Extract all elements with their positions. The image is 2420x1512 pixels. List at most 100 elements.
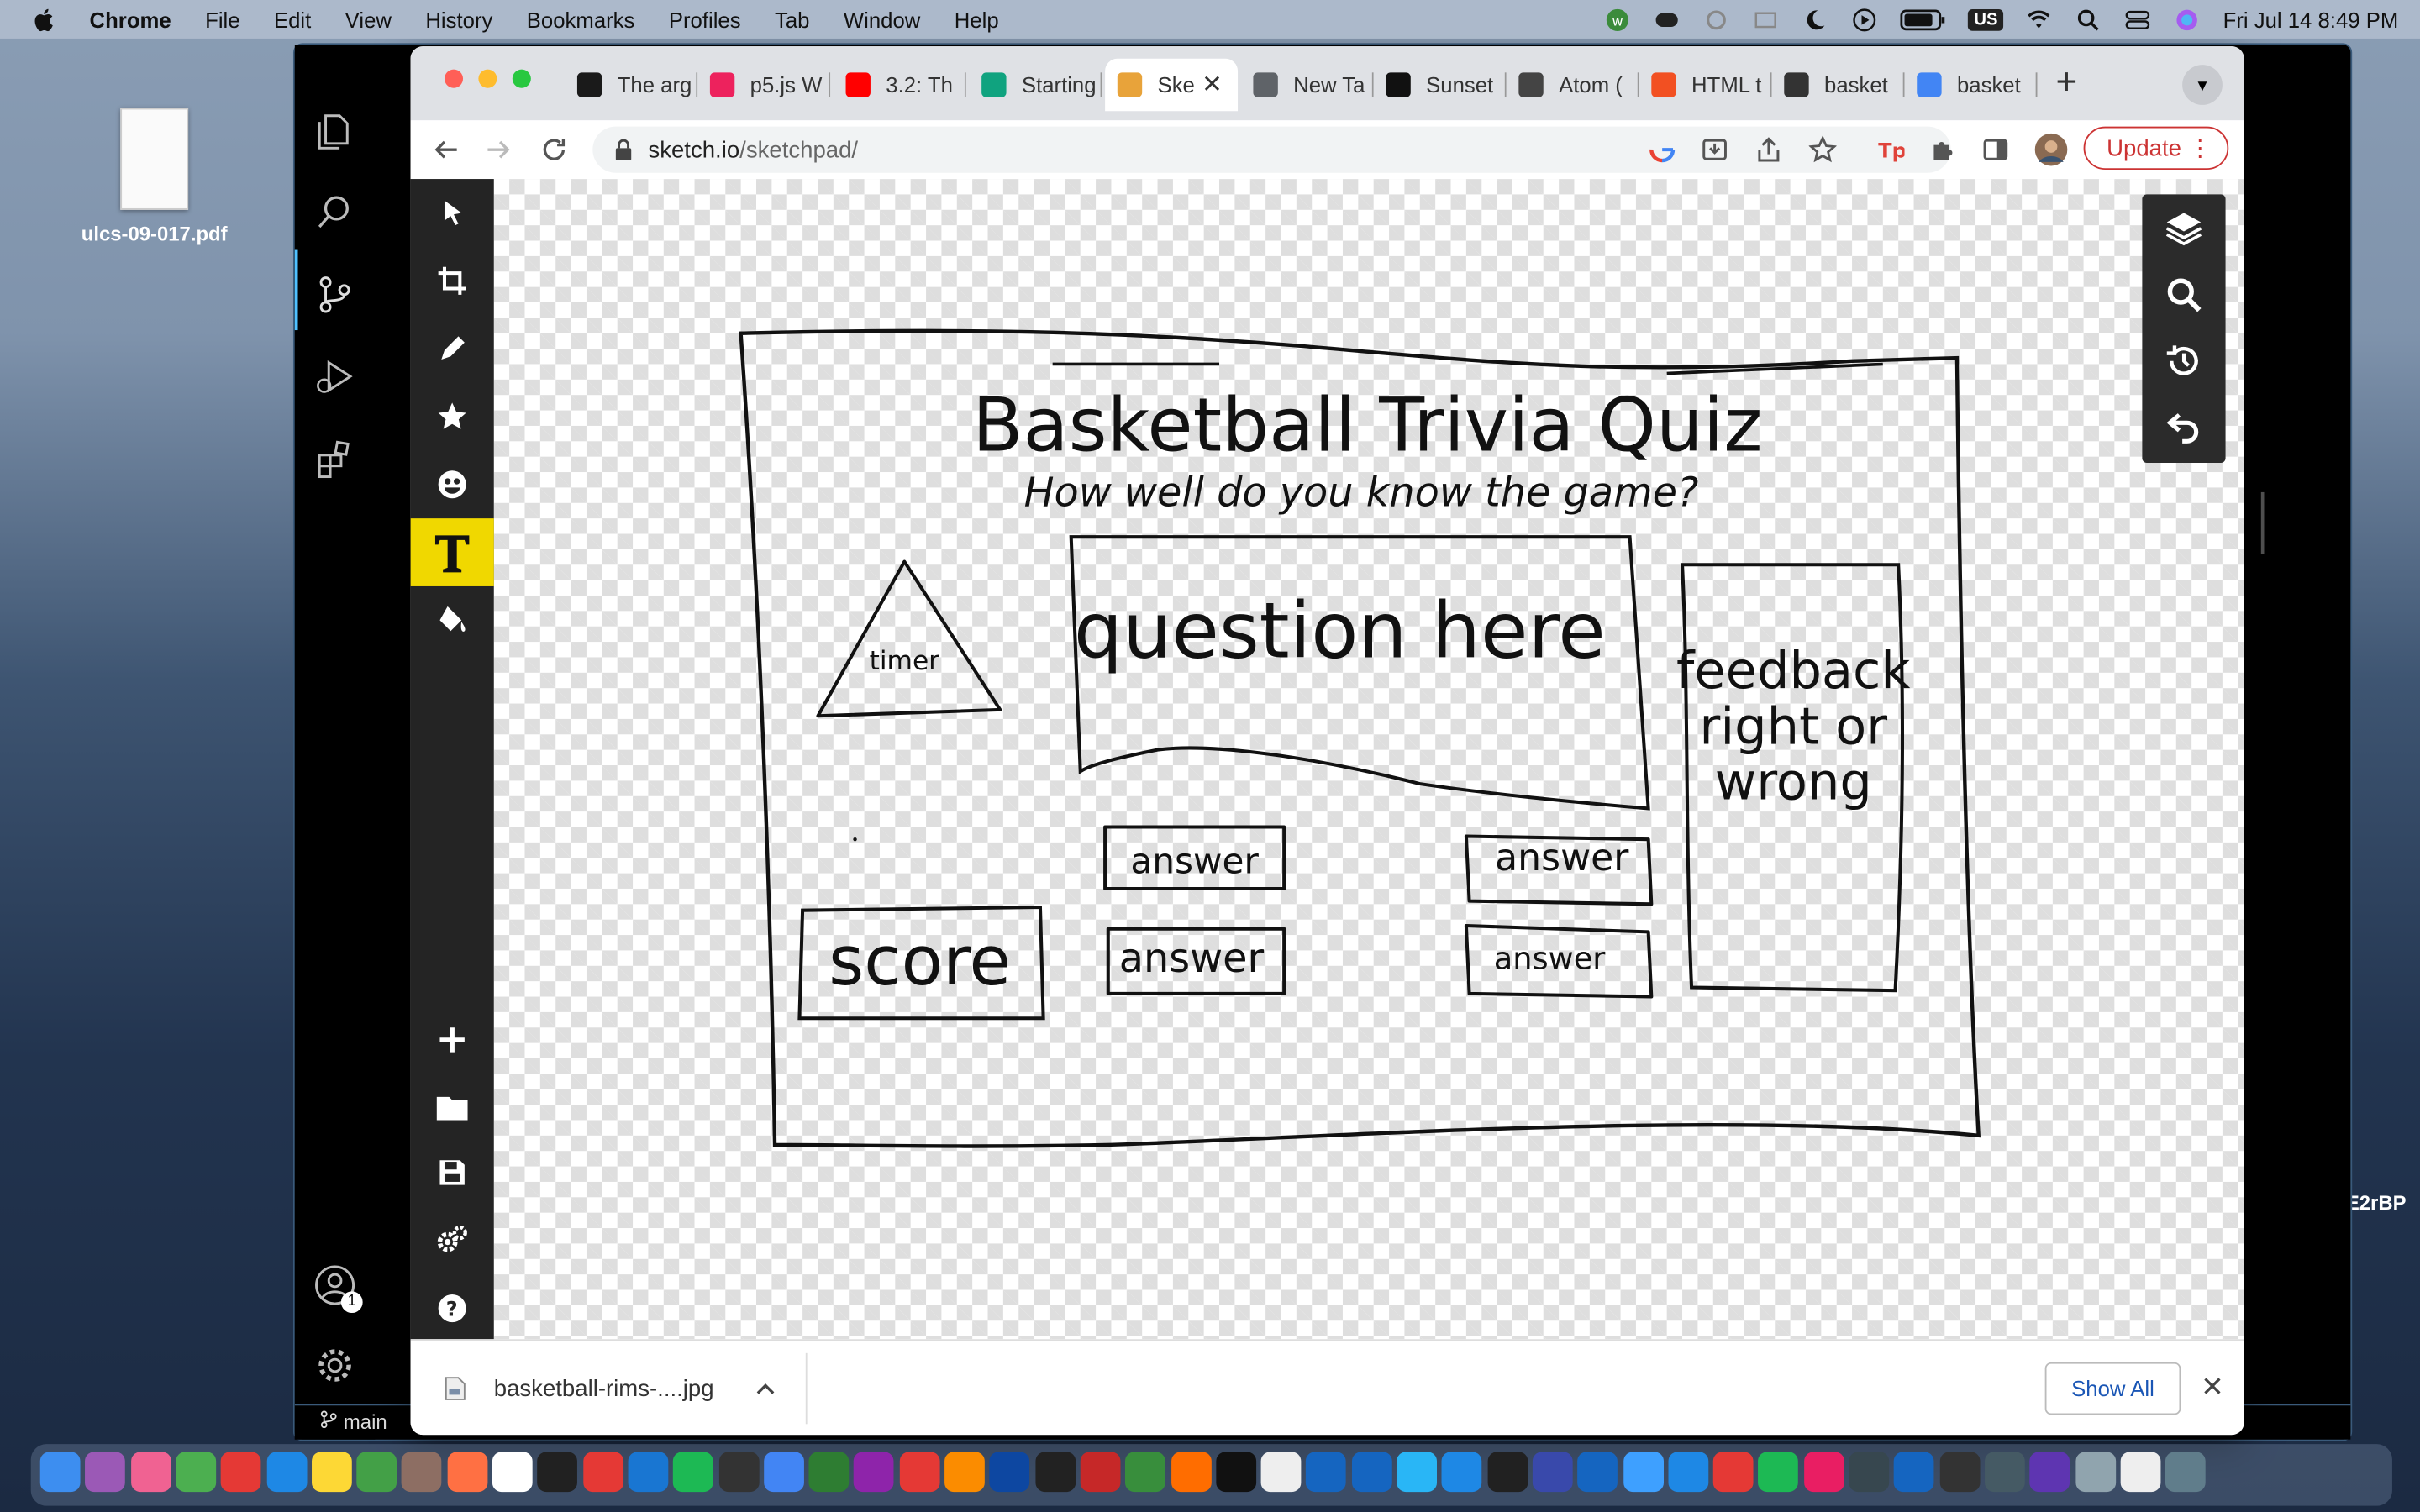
- dock-app-icon[interactable]: [220, 1452, 261, 1493]
- crop-tool-button[interactable]: [411, 247, 494, 315]
- now-playing-icon[interactable]: [1850, 7, 1878, 31]
- fill-tool-button[interactable]: [411, 586, 494, 654]
- menu-history[interactable]: History: [425, 7, 492, 31]
- more-menu-icon[interactable]: ⋮: [2188, 134, 2212, 162]
- cloud-icon[interactable]: [1702, 7, 1730, 31]
- desktop-pdf-file[interactable]: ulcs-09-017.pdf: [61, 108, 246, 245]
- dock-app-icon[interactable]: [356, 1452, 397, 1493]
- git-branch-status[interactable]: main: [319, 1410, 387, 1433]
- menu-file[interactable]: File: [205, 7, 239, 31]
- dock-app-icon[interactable]: [176, 1452, 216, 1493]
- browser-tab[interactable]: p5.js W: [697, 59, 831, 111]
- browser-tab[interactable]: The arg: [565, 59, 698, 111]
- browser-tab[interactable]: basket: [1905, 59, 2038, 111]
- wifi-icon[interactable]: [2026, 7, 2054, 31]
- dock-app-icon[interactable]: [1712, 1452, 1754, 1493]
- profile-avatar[interactable]: [2034, 133, 2068, 166]
- browser-tab[interactable]: Starting: [969, 59, 1102, 111]
- menu-app-name[interactable]: Chrome: [90, 7, 171, 31]
- text-tool-button[interactable]: [410, 518, 494, 586]
- add-button[interactable]: [411, 1006, 494, 1074]
- close-download-shelf-icon[interactable]: ✕: [2201, 1372, 2224, 1404]
- zoom-button[interactable]: [2142, 260, 2225, 327]
- extensions-icon[interactable]: [313, 437, 356, 480]
- creative-cloud-icon[interactable]: [1653, 7, 1681, 31]
- back-arrow-icon[interactable]: [432, 136, 460, 164]
- battery-icon[interactable]: [1900, 7, 1946, 31]
- dock-app-icon[interactable]: [1442, 1452, 1482, 1493]
- menu-bookmarks[interactable]: Bookmarks: [527, 7, 635, 31]
- window-minimize-button[interactable]: [478, 69, 497, 88]
- dock-app-icon[interactable]: [1125, 1452, 1166, 1493]
- dock-app-icon[interactable]: [1080, 1452, 1121, 1493]
- dock-app-icon[interactable]: [1803, 1452, 1844, 1493]
- source-control-icon[interactable]: [313, 273, 356, 316]
- undo-button[interactable]: [2142, 393, 2225, 459]
- dock-app-icon[interactable]: [130, 1452, 171, 1493]
- tab-close-icon[interactable]: ✕: [1202, 70, 1223, 101]
- sketch-canvas[interactable]: Basketball Trivia Quiz How well do you k…: [493, 179, 2244, 1340]
- dock-app-icon[interactable]: [492, 1452, 533, 1493]
- save-button[interactable]: [411, 1139, 494, 1207]
- forward-arrow-icon[interactable]: [485, 136, 513, 164]
- history-button[interactable]: [2142, 327, 2225, 393]
- dock-app-icon[interactable]: [85, 1452, 126, 1493]
- browser-tab[interactable]: Ske ✕: [1105, 58, 1239, 112]
- dock-app-icon[interactable]: [1849, 1452, 1890, 1493]
- dock-app-icon[interactable]: [266, 1452, 307, 1493]
- menu-profiles[interactable]: Profiles: [669, 7, 741, 31]
- menubar-clock[interactable]: Fri Jul 14 8:49 PM: [2223, 7, 2399, 31]
- dock-app-icon[interactable]: [2165, 1452, 2206, 1493]
- do-not-disturb-moon-icon[interactable]: [1802, 7, 1829, 31]
- dock-app-icon[interactable]: [1577, 1452, 1618, 1493]
- settings-button[interactable]: [411, 1206, 494, 1274]
- manage-gear-icon[interactable]: [313, 1344, 356, 1387]
- dock-app-icon[interactable]: [2075, 1452, 2116, 1493]
- menu-tab[interactable]: Tab: [775, 7, 809, 31]
- dock-app-icon[interactable]: [989, 1452, 1030, 1493]
- browser-tab[interactable]: HTML t: [1639, 59, 1772, 111]
- dock-app-icon[interactable]: [447, 1452, 487, 1493]
- browser-tab[interactable]: 3.2: Th: [834, 59, 966, 111]
- dock-app-icon[interactable]: [2120, 1452, 2161, 1493]
- control-center-icon[interactable]: [2124, 7, 2152, 31]
- pointer-tool-button[interactable]: [411, 179, 494, 247]
- dock-app-icon[interactable]: [808, 1452, 850, 1493]
- browser-tab[interactable]: basket: [1772, 59, 1905, 111]
- download-item[interactable]: basketball-rims-....jpg: [445, 1366, 776, 1412]
- side-panel-icon[interactable]: [1981, 136, 2009, 164]
- siri-icon[interactable]: [2174, 7, 2202, 31]
- spotlight-search-icon[interactable]: [2075, 7, 2102, 31]
- input-source-badge[interactable]: US: [1968, 8, 2004, 30]
- open-folder-button[interactable]: [411, 1074, 494, 1142]
- emoji-tool-button[interactable]: [411, 450, 494, 518]
- run-debug-icon[interactable]: [313, 354, 356, 397]
- address-bar[interactable]: sketch.io/sketchpad/: [592, 126, 1951, 173]
- dock-app-icon[interactable]: [628, 1452, 669, 1493]
- help-button[interactable]: ?: [411, 1274, 494, 1342]
- google-lens-icon[interactable]: [1649, 136, 1676, 164]
- browser-tab[interactable]: Atom (: [1507, 59, 1639, 111]
- reload-icon[interactable]: [540, 136, 568, 164]
- window-close-button[interactable]: [444, 69, 464, 88]
- bookmark-star-icon[interactable]: [1808, 135, 1837, 164]
- dock-app-icon[interactable]: [1758, 1452, 1799, 1493]
- dock-app-icon[interactable]: [1486, 1452, 1528, 1493]
- new-tab-button[interactable]: +: [2056, 64, 2078, 101]
- chevron-up-icon[interactable]: [754, 1381, 776, 1396]
- dock-app-icon[interactable]: [39, 1452, 81, 1493]
- layers-button[interactable]: [2142, 194, 2225, 260]
- dock-app-icon[interactable]: [1532, 1452, 1573, 1493]
- menu-window[interactable]: Window: [844, 7, 920, 31]
- dock-app-icon[interactable]: [1306, 1452, 1347, 1493]
- extension-tp-icon[interactable]: Tp: [1876, 136, 1904, 164]
- show-all-downloads-button[interactable]: Show All: [2044, 1362, 2181, 1415]
- dock-app-icon[interactable]: [944, 1452, 985, 1493]
- share-icon[interactable]: [1754, 136, 1782, 164]
- extensions-puzzle-icon[interactable]: [1929, 136, 1957, 164]
- dock-app-icon[interactable]: [1034, 1452, 1076, 1493]
- stamp-tool-button[interactable]: [411, 383, 494, 451]
- apple-menu-icon[interactable]: [31, 5, 59, 33]
- menu-view[interactable]: View: [345, 7, 392, 31]
- dock-app-icon[interactable]: [2029, 1452, 2070, 1493]
